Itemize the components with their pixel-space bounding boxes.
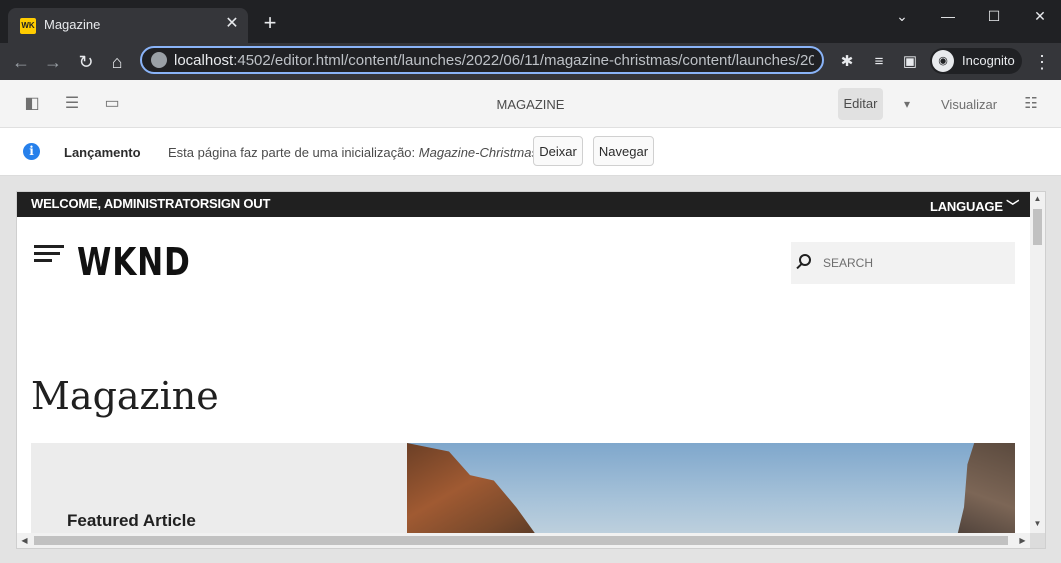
launch-title: Lançamento <box>64 145 141 160</box>
info-icon: i <box>23 143 40 160</box>
url-host: localhost <box>174 52 234 69</box>
profile-incognito[interactable]: ◉ Incognito <box>930 48 1022 74</box>
page-content-frame: WELCOME, ADMINISTRATOR SIGN OUT LANGUAGE… <box>16 191 1046 549</box>
tab-search-chevron-icon[interactable]: ⌄ <box>887 4 917 28</box>
launch-message-text: Esta página faz parte de uma inicializaç… <box>168 145 416 160</box>
site-search-input[interactable]: SEARCH <box>791 242 1015 284</box>
navigate-launch-button[interactable]: Navegar <box>593 136 654 166</box>
leave-launch-button[interactable]: Deixar <box>533 136 583 166</box>
incognito-icon: ◉ <box>932 50 954 72</box>
scroll-left-arrow-icon[interactable]: ◀ <box>17 536 32 545</box>
launch-message: Esta página faz parte de uma inicializaç… <box>168 145 538 160</box>
incognito-label: Incognito <box>962 53 1015 68</box>
search-icon <box>799 254 811 266</box>
edit-mode-button[interactable]: Editar <box>838 88 883 120</box>
language-label: LANGUAGE <box>930 199 1003 214</box>
side-panel-icon[interactable]: ▣ <box>899 51 921 73</box>
language-menu[interactable]: LANGUAGE ﹀ <box>930 196 1019 215</box>
window-close-button[interactable]: ✕ <box>1025 4 1055 28</box>
wknd-favicon-icon: WK <box>20 18 36 34</box>
launch-name: Magazine-Christmas <box>418 145 538 160</box>
sign-out-link[interactable]: SIGN OUT <box>209 196 270 211</box>
browser-menu-icon[interactable]: ⋮ <box>1033 51 1051 73</box>
launch-info-bar: i Lançamento Esta página faz parte de um… <box>0 128 1061 176</box>
site-top-nav: WELCOME, ADMINISTRATOR SIGN OUT LANGUAGE… <box>17 192 1030 217</box>
horizontal-scrollbar[interactable]: ◀ ▶ <box>17 533 1030 548</box>
scroll-right-arrow-icon[interactable]: ▶ <box>1015 536 1030 545</box>
horizontal-scroll-thumb[interactable] <box>34 536 1008 545</box>
scroll-down-arrow-icon[interactable]: ▼ <box>1030 519 1045 528</box>
extensions-puzzle-icon[interactable]: ✱ <box>836 51 858 73</box>
url-text[interactable]: localhost:4502/editor.html/content/launc… <box>174 52 814 69</box>
tab-title: Magazine <box>44 17 101 32</box>
new-tab-button[interactable]: + <box>260 12 280 34</box>
page-heading: Magazine <box>31 374 219 418</box>
hamburger-menu-icon[interactable] <box>34 245 64 263</box>
browser-tab[interactable]: WK Magazine ✕ <box>8 8 248 43</box>
mode-dropdown-chevron-icon[interactable]: ▾ <box>898 94 916 114</box>
home-icon[interactable]: ⌂ <box>106 51 128 73</box>
maximize-button[interactable]: ☐ <box>979 4 1009 28</box>
minimize-button[interactable]: — <box>933 4 963 28</box>
site-info-icon[interactable] <box>151 52 167 68</box>
preview-button[interactable]: Visualizar <box>941 97 997 112</box>
featured-article-label: Featured Article <box>67 511 196 530</box>
vertical-scroll-thumb[interactable] <box>1033 209 1042 245</box>
annotations-icon[interactable]: ☷ <box>1021 94 1041 114</box>
vertical-scrollbar[interactable]: ▲ ▼ <box>1030 192 1045 533</box>
wknd-logo[interactable]: WKND <box>77 240 191 284</box>
welcome-text: WELCOME, ADMINISTRATOR <box>31 196 210 211</box>
editor-header: ◧ ☰ ▭ MAGAZINE Editar ▾ Visualizar ☷ <box>0 80 1061 128</box>
reload-icon[interactable]: ↻ <box>75 51 97 73</box>
browser-toolbar: ← → ↻ ⌂ localhost:4502/editor.html/conte… <box>0 43 1061 80</box>
scroll-up-arrow-icon[interactable]: ▲ <box>1030 194 1045 203</box>
chevron-down-icon: ﹀ <box>1006 199 1020 214</box>
forward-arrow-icon[interactable]: → <box>42 51 64 73</box>
search-placeholder: SEARCH <box>823 256 874 270</box>
back-arrow-icon[interactable]: ← <box>10 51 32 73</box>
tab-close-icon[interactable]: ✕ <box>222 14 242 34</box>
media-control-icon[interactable]: ≡ <box>868 51 890 73</box>
scrollbar-corner <box>1030 533 1045 548</box>
browser-titlebar: WK Magazine ✕ + ⌄ — ☐ ✕ <box>0 0 1061 43</box>
url-path: :4502/editor.html/content/launches/2022/… <box>233 52 814 69</box>
address-bar[interactable]: localhost:4502/editor.html/content/launc… <box>140 46 824 74</box>
